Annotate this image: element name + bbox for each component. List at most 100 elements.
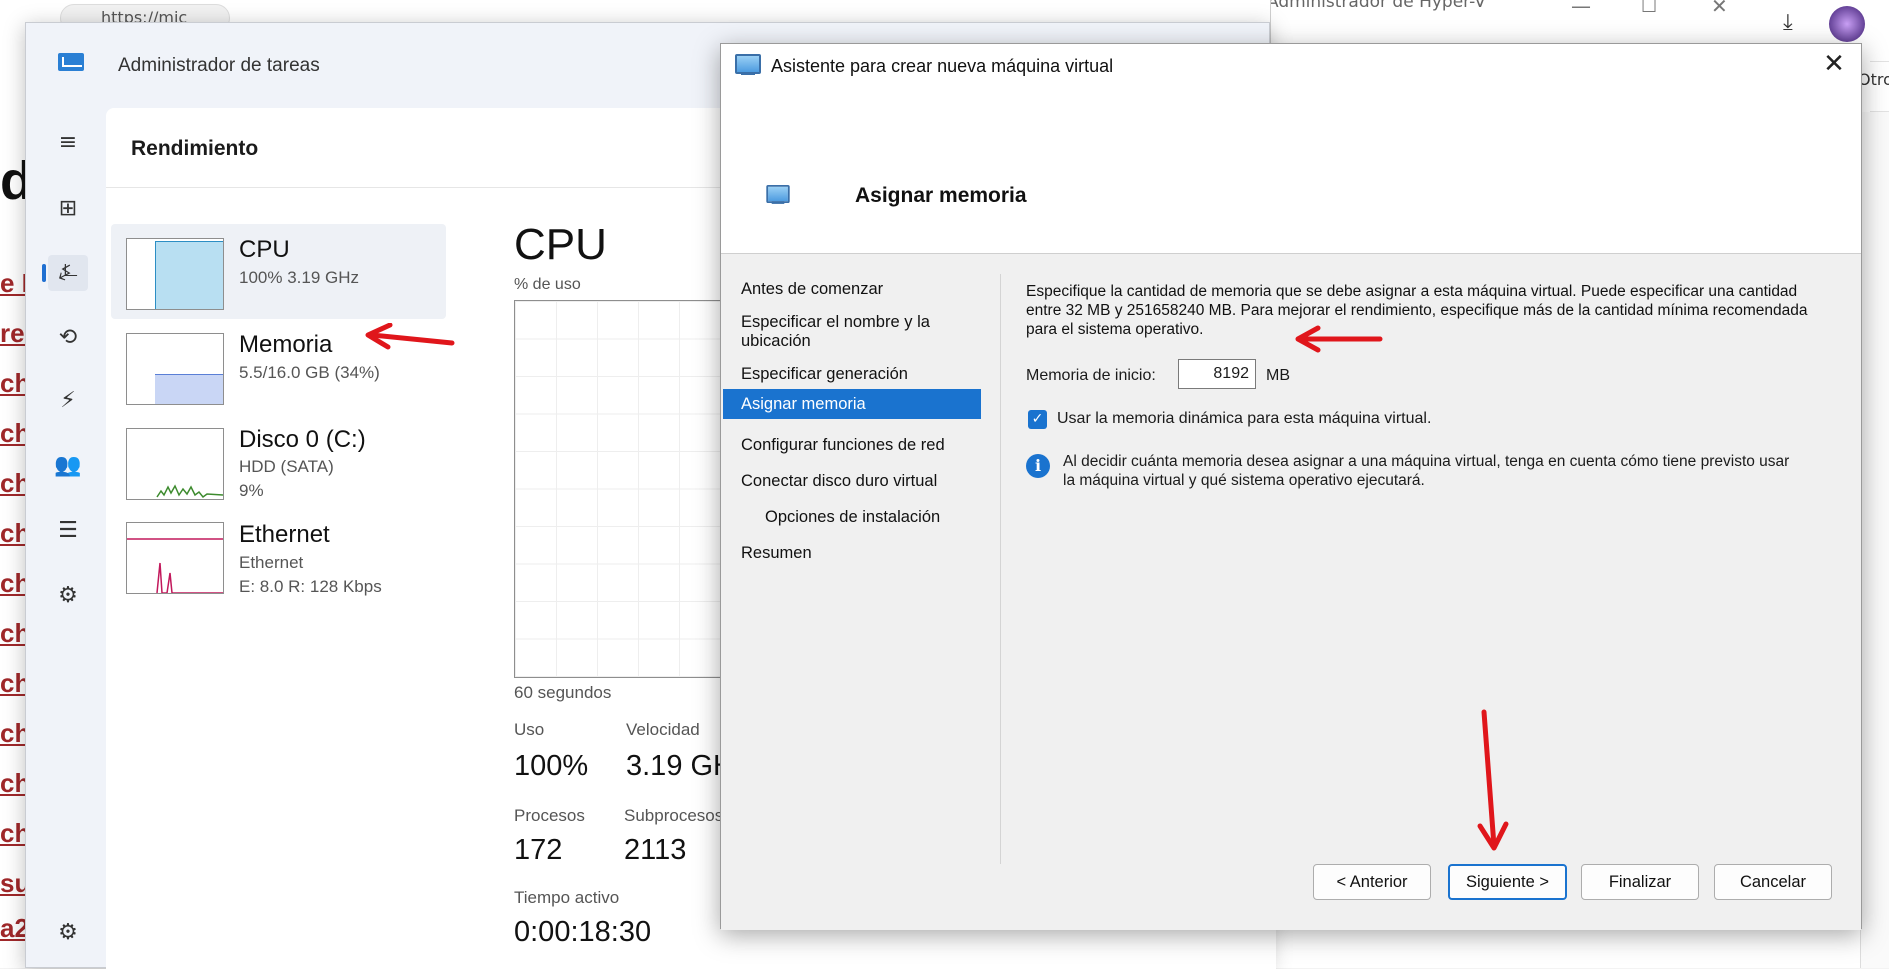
previous-button[interactable]: < Anterior (1313, 864, 1431, 900)
perf-item-name: CPU (239, 236, 290, 263)
close-icon[interactable]: ✕ (1711, 0, 1728, 18)
page-link[interactable]: chl (0, 618, 28, 649)
page-link[interactable]: chl (0, 718, 28, 749)
dynamic-memory-label[interactable]: Usar la memoria dinámica para esta máqui… (1057, 410, 1431, 428)
disk-thumbnail (126, 428, 224, 500)
perf-item-ethernet[interactable]: Ethernet Ethernet E: 8.0 R: 128 Kbps (111, 509, 446, 604)
ethernet-thumbnail (126, 522, 224, 594)
perf-item-detail: 5.5/16.0 GB (34%) (239, 363, 380, 382)
wizard-page-title: Asignar memoria (855, 184, 1027, 207)
annotation-arrow-memory (365, 323, 455, 350)
wizard-step[interactable]: Resumen (741, 544, 999, 563)
detail-title: CPU (514, 220, 607, 269)
velocidad-label: Velocidad (626, 720, 700, 739)
perf-item-disk[interactable]: Disco 0 (C:) HDD (SATA) 9% (111, 414, 446, 509)
page-link[interactable]: e M (0, 268, 28, 299)
memory-unit: MB (1266, 367, 1290, 384)
page-link[interactable]: ch (0, 368, 28, 399)
uso-value: 100% (514, 750, 589, 782)
cancel-button[interactable]: Cancelar (1714, 864, 1832, 900)
section-title: Rendimiento (131, 137, 259, 160)
minimize-icon[interactable]: — (1571, 0, 1591, 18)
disk-activity-graph (156, 484, 223, 499)
procesos-label: Procesos (514, 806, 585, 825)
subprocesos-label: Subprocesos (624, 806, 724, 825)
page-link[interactable]: rer (0, 318, 28, 349)
next-button[interactable]: Siguiente > (1448, 864, 1567, 900)
maximize-icon[interactable]: ☐ (1641, 0, 1657, 17)
perf-item-name: Memoria (239, 331, 333, 358)
annotation-arrow-next (1477, 709, 1509, 851)
info-icon: i (1026, 454, 1050, 478)
ethernet-activity-graph (127, 538, 223, 593)
wizard-step[interactable]: Antes de comenzar (741, 280, 999, 299)
perf-item-cpu[interactable]: CPU 100% 3.19 GHz (111, 224, 446, 319)
task-manager-logo-icon (58, 53, 84, 71)
finish-button[interactable]: Finalizar (1581, 864, 1699, 900)
page-link[interactable]: chl (0, 468, 28, 499)
page-link[interactable]: chl (0, 518, 28, 549)
wizard-step[interactable]: Especificar generación (741, 365, 999, 384)
vm-icon (766, 185, 790, 204)
wizard-header: Asignar memoria (721, 88, 1861, 254)
wizard-titlebar: Asistente para crear nueva máquina virtu… (721, 44, 1861, 88)
wizard-step[interactable]: Especificar el nombre y la ubicación (741, 313, 961, 351)
memory-label: Memoria de inicio: (1026, 367, 1156, 384)
procesos-value: 172 (514, 834, 563, 866)
wizard-step[interactable]: Conectar disco duro virtual (741, 472, 999, 491)
vm-icon (735, 54, 761, 75)
users-icon[interactable]: 👥 (48, 448, 88, 484)
wizard-divider (1000, 274, 1001, 864)
page-link[interactable]: su (0, 868, 28, 899)
app-history-icon[interactable]: ⟲ (48, 320, 88, 356)
settings-icon[interactable]: ⚙ (48, 915, 88, 951)
avatar[interactable] (1829, 6, 1865, 42)
subprocesos-value: 2113 (624, 834, 687, 866)
page-link[interactable]: chl (0, 668, 28, 699)
memory-description: Especifique la cantidad de memoria que s… (1026, 283, 1808, 338)
perf-item-name: Ethernet (239, 521, 330, 548)
time-axis-label: 60 segundos (514, 683, 612, 702)
download-icon[interactable]: ⤓ (1783, 10, 1793, 35)
info-text: Al decidir cuánta memoria desea asignar … (1063, 453, 1790, 489)
perf-item-detail: Ethernet (239, 553, 304, 572)
startup-apps-icon[interactable]: ⚡ (48, 383, 88, 419)
usage-axis-label: % de uso (514, 276, 581, 293)
wizard-title: Asistente para crear nueva máquina virtu… (771, 56, 1114, 76)
memory-thumbnail (126, 333, 224, 405)
services-icon[interactable]: ⚙ (48, 578, 88, 614)
cpu-usage-fill (155, 241, 223, 309)
wizard-step[interactable]: Configurar funciones de red (741, 436, 999, 455)
wizard-step[interactable]: Opciones de instalación (765, 508, 999, 527)
hyperv-right-pane (1860, 112, 1889, 968)
side-link[interactable]: Otro (1858, 70, 1889, 89)
details-icon[interactable]: ☰ (48, 513, 88, 549)
annotation-arrow-memory-input (1295, 325, 1383, 353)
page-link[interactable]: chl (0, 568, 28, 599)
page-link[interactable]: chl (0, 768, 28, 799)
dynamic-memory-checkbox[interactable]: ✓ (1028, 410, 1047, 429)
hamburger-menu-icon[interactable]: ≡ (48, 125, 88, 161)
cpu-thumbnail (126, 238, 224, 310)
tiempo-activo-label: Tiempo activo (514, 888, 620, 907)
page-link[interactable]: chl (0, 418, 28, 449)
perf-item-detail: 100% 3.19 GHz (239, 268, 360, 287)
page-link[interactable]: chl (0, 818, 28, 849)
perf-item-name: Disco 0 (C:) (239, 426, 366, 453)
tiempo-activo-value: 0:00:18:30 (514, 916, 652, 948)
task-manager-title: Administrador de tareas (118, 55, 320, 76)
wizard-close-button[interactable]: ✕ (1817, 50, 1851, 80)
memory-input[interactable]: 8192 (1178, 359, 1256, 389)
wizard-step-current[interactable]: Asignar memoria (723, 389, 981, 419)
perf-item-detail-2: E: 8.0 R: 128 Kbps (239, 577, 382, 596)
hyperv-title: Administrador de Hyper-V (1271, 0, 1486, 12)
perf-item-detail: HDD (SATA) (239, 457, 334, 476)
uso-label: Uso (514, 720, 545, 739)
memory-usage-fill (155, 374, 223, 404)
new-vm-wizard: Asistente para crear nueva máquina virtu… (720, 43, 1862, 930)
page-link-strip: d e M rer ch chl chl chl chl chl chl chl… (0, 0, 30, 968)
page-link[interactable]: a2 (0, 913, 28, 944)
performance-icon[interactable]: ⍼ (42, 255, 88, 291)
processes-icon[interactable]: ⊞ (48, 191, 88, 227)
perf-item-detail-2: 9% (239, 481, 264, 500)
